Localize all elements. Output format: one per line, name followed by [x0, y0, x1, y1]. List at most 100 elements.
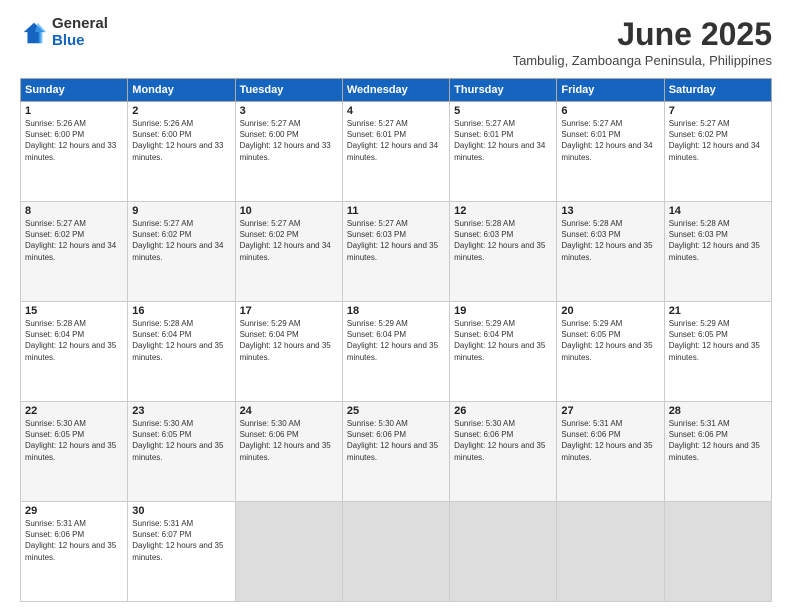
- day-number: 27: [561, 405, 659, 417]
- weekday-header-row: Sunday Monday Tuesday Wednesday Thursday…: [21, 79, 772, 102]
- day-number: 29: [25, 505, 123, 517]
- logo-blue-text: Blue: [52, 33, 108, 50]
- month-title: June 2025: [513, 16, 772, 53]
- table-row: 28Sunrise: 5:31 AMSunset: 6:06 PMDayligh…: [664, 402, 771, 502]
- day-info: Sunrise: 5:27 AMSunset: 6:00 PMDaylight:…: [240, 118, 338, 163]
- table-row: 25Sunrise: 5:30 AMSunset: 6:06 PMDayligh…: [342, 402, 449, 502]
- day-number: 7: [669, 105, 767, 117]
- header-friday: Friday: [557, 79, 664, 102]
- day-number: 20: [561, 305, 659, 317]
- day-number: 13: [561, 205, 659, 217]
- location-title: Tambulig, Zamboanga Peninsula, Philippin…: [513, 53, 772, 68]
- page: General Blue June 2025 Tambulig, Zamboan…: [0, 0, 792, 612]
- day-info: Sunrise: 5:29 AMSunset: 6:04 PMDaylight:…: [240, 318, 338, 363]
- day-info: Sunrise: 5:30 AMSunset: 6:05 PMDaylight:…: [132, 418, 230, 463]
- day-info: Sunrise: 5:30 AMSunset: 6:06 PMDaylight:…: [347, 418, 445, 463]
- table-row: 5Sunrise: 5:27 AMSunset: 6:01 PMDaylight…: [450, 102, 557, 202]
- day-info: Sunrise: 5:29 AMSunset: 6:05 PMDaylight:…: [561, 318, 659, 363]
- table-row: [557, 502, 664, 602]
- title-block: June 2025 Tambulig, Zamboanga Peninsula,…: [513, 16, 772, 68]
- calendar-week-2: 8 Sunrise: 5:27 AMSunset: 6:02 PMDaylight…: [21, 202, 772, 302]
- header-tuesday: Tuesday: [235, 79, 342, 102]
- day-info: Sunrise: 5:29 AMSunset: 6:04 PMDaylight:…: [347, 318, 445, 363]
- table-row: [342, 502, 449, 602]
- logo-text: General Blue: [52, 16, 108, 49]
- day-info: Sunrise: 5:28 AMSunset: 6:03 PMDaylight:…: [561, 218, 659, 263]
- day-number: 9: [132, 205, 230, 217]
- table-row: 2Sunrise: 5:26 AMSunset: 6:00 PMDaylight…: [128, 102, 235, 202]
- table-row: [450, 502, 557, 602]
- calendar-week-3: 15 Sunrise: 5:28 AMSunset: 6:04 PMDayligh…: [21, 302, 772, 402]
- table-row: [235, 502, 342, 602]
- day-number: 24: [240, 405, 338, 417]
- day-number: 10: [240, 205, 338, 217]
- day-info: Sunrise: 5:31 AMSunset: 6:06 PMDaylight:…: [25, 518, 123, 563]
- calendar-week-1: 1Sunrise: 5:26 AMSunset: 6:00 PMDaylight…: [21, 102, 772, 202]
- logo-general-text: General: [52, 16, 108, 33]
- day-info: Sunrise: 5:30 AMSunset: 6:06 PMDaylight:…: [454, 418, 552, 463]
- day-number: 28: [669, 405, 767, 417]
- day-number: 15: [25, 305, 123, 317]
- table-row: 21Sunrise: 5:29 AMSunset: 6:05 PMDayligh…: [664, 302, 771, 402]
- table-row: 23Sunrise: 5:30 AMSunset: 6:05 PMDayligh…: [128, 402, 235, 502]
- day-info: Sunrise: 5:29 AMSunset: 6:04 PMDaylight:…: [454, 318, 552, 363]
- day-number: 23: [132, 405, 230, 417]
- day-info: Sunrise: 5:30 AMSunset: 6:05 PMDaylight:…: [25, 418, 123, 463]
- day-number: 3: [240, 105, 338, 117]
- table-row: 22Sunrise: 5:30 AMSunset: 6:05 PMDayligh…: [21, 402, 128, 502]
- table-row: 7Sunrise: 5:27 AMSunset: 6:02 PMDaylight…: [664, 102, 771, 202]
- day-number: 17: [240, 305, 338, 317]
- day-number: 19: [454, 305, 552, 317]
- table-row: 8Sunrise: 5:27 AMSunset: 6:02 PMDaylight…: [21, 202, 128, 302]
- day-info: Sunrise: 5:31 AMSunset: 6:06 PMDaylight:…: [669, 418, 767, 463]
- table-row: 12Sunrise: 5:28 AMSunset: 6:03 PMDayligh…: [450, 202, 557, 302]
- table-row: 24Sunrise: 5:30 AMSunset: 6:06 PMDayligh…: [235, 402, 342, 502]
- table-row: 16Sunrise: 5:28 AMSunset: 6:04 PMDayligh…: [128, 302, 235, 402]
- table-row: 4Sunrise: 5:27 AMSunset: 6:01 PMDaylight…: [342, 102, 449, 202]
- table-row: 6Sunrise: 5:27 AMSunset: 6:01 PMDaylight…: [557, 102, 664, 202]
- table-row: 19Sunrise: 5:29 AMSunset: 6:04 PMDayligh…: [450, 302, 557, 402]
- day-info: Sunrise: 5:28 AMSunset: 6:03 PMDaylight:…: [669, 218, 767, 263]
- day-info: Sunrise: 5:27 AMSunset: 6:02 PMDaylight:…: [240, 218, 338, 263]
- day-info: Sunrise: 5:28 AMSunset: 6:03 PMDaylight:…: [454, 218, 552, 263]
- day-number: 8: [25, 205, 123, 217]
- table-row: [664, 502, 771, 602]
- day-info: Sunrise: 5:27 AMSunset: 6:03 PMDaylight:…: [347, 218, 445, 263]
- calendar-week-4: 22Sunrise: 5:30 AMSunset: 6:05 PMDayligh…: [21, 402, 772, 502]
- day-number: 5: [454, 105, 552, 117]
- table-row: 17Sunrise: 5:29 AMSunset: 6:04 PMDayligh…: [235, 302, 342, 402]
- table-row: 11Sunrise: 5:27 AMSunset: 6:03 PMDayligh…: [342, 202, 449, 302]
- logo-icon: [20, 19, 48, 47]
- day-number: 2: [132, 105, 230, 117]
- day-number: 11: [347, 205, 445, 217]
- day-info: Sunrise: 5:29 AMSunset: 6:05 PMDaylight:…: [669, 318, 767, 363]
- calendar-week-5: 29Sunrise: 5:31 AMSunset: 6:06 PMDayligh…: [21, 502, 772, 602]
- table-row: 20Sunrise: 5:29 AMSunset: 6:05 PMDayligh…: [557, 302, 664, 402]
- day-number: 6: [561, 105, 659, 117]
- day-info: Sunrise: 5:27 AMSunset: 6:02 PMDaylight:…: [669, 118, 767, 163]
- day-info: Sunrise: 5:28 AMSunset: 6:04 PMDaylight:…: [132, 318, 230, 363]
- day-number: 12: [454, 205, 552, 217]
- header-monday: Monday: [128, 79, 235, 102]
- day-info: Sunrise: 5:27 AMSunset: 6:01 PMDaylight:…: [347, 118, 445, 163]
- table-row: 15Sunrise: 5:28 AMSunset: 6:04 PMDayligh…: [21, 302, 128, 402]
- day-number: 18: [347, 305, 445, 317]
- day-info: Sunrise: 5:27 AMSunset: 6:02 PMDaylight:…: [132, 218, 230, 263]
- day-number: 21: [669, 305, 767, 317]
- table-row: 9Sunrise: 5:27 AMSunset: 6:02 PMDaylight…: [128, 202, 235, 302]
- table-row: 3Sunrise: 5:27 AMSunset: 6:00 PMDaylight…: [235, 102, 342, 202]
- header-wednesday: Wednesday: [342, 79, 449, 102]
- table-row: 18Sunrise: 5:29 AMSunset: 6:04 PMDayligh…: [342, 302, 449, 402]
- day-info: Sunrise: 5:27 AMSunset: 6:01 PMDaylight:…: [454, 118, 552, 163]
- day-info: Sunrise: 5:31 AMSunset: 6:07 PMDaylight:…: [132, 518, 230, 563]
- day-info: Sunrise: 5:26 AMSunset: 6:00 PMDaylight:…: [132, 118, 230, 163]
- day-number: 25: [347, 405, 445, 417]
- header-thursday: Thursday: [450, 79, 557, 102]
- day-number: 14: [669, 205, 767, 217]
- day-number: 22: [25, 405, 123, 417]
- day-number: 30: [132, 505, 230, 517]
- logo: General Blue: [20, 16, 108, 49]
- header: General Blue June 2025 Tambulig, Zamboan…: [20, 16, 772, 68]
- calendar-table: Sunday Monday Tuesday Wednesday Thursday…: [20, 78, 772, 602]
- table-row: 26Sunrise: 5:30 AMSunset: 6:06 PMDayligh…: [450, 402, 557, 502]
